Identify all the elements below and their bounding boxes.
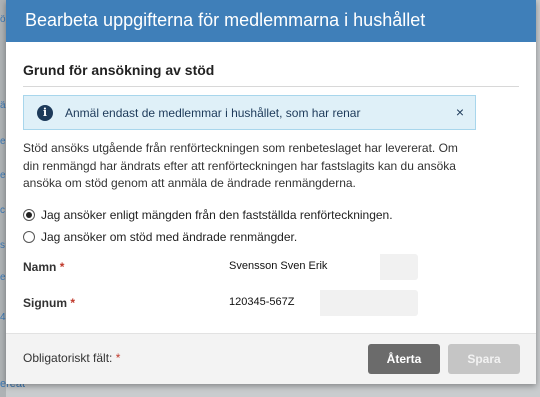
radio-button[interactable] xyxy=(23,231,35,243)
backdrop-text: ä xyxy=(0,100,6,111)
backdrop-text: 4 xyxy=(0,312,6,323)
radio-button-selected[interactable] xyxy=(23,209,35,221)
required-mark: * xyxy=(59,260,65,274)
info-icon: i xyxy=(37,105,53,121)
description-line: Stöd ansöks utgående från renförteckning… xyxy=(23,141,458,155)
backdrop-text: s xyxy=(0,240,5,251)
option-label: Jag ansöker enligt mängden från den fast… xyxy=(41,208,393,222)
option-label: Jag ansöker om stöd med ändrade renmängd… xyxy=(41,230,298,244)
info-alert: i Anmäl endast de medlemmar i hushållet,… xyxy=(23,95,476,130)
name-label: Namn * xyxy=(23,260,65,274)
signum-label: Signum * xyxy=(23,296,76,310)
option-changed-amounts[interactable]: Jag ansöker om stöd med ändrade renmängd… xyxy=(23,229,297,245)
signum-field-value: 120345-567Z xyxy=(220,290,320,316)
dialog-footer: Obligatoriskt fält: * Återta Spara xyxy=(6,333,536,384)
name-field-value: Svensson Sven Erik xyxy=(220,254,380,280)
backdrop-text: e xyxy=(0,272,6,283)
backdrop-text: ö xyxy=(0,14,6,25)
save-button[interactable]: Spara xyxy=(448,344,520,374)
info-alert-text: Anmäl endast de medlemmar i hushållet, s… xyxy=(65,106,361,120)
dialog-title: Bearbeta uppgifterna för medlemmarna i h… xyxy=(6,0,536,42)
back-button[interactable]: Återta xyxy=(368,344,440,374)
divider xyxy=(23,86,519,87)
option-fixed-register[interactable]: Jag ansöker enligt mängden från den fast… xyxy=(23,207,393,223)
required-note: Obligatoriskt fält: * xyxy=(23,351,121,365)
backdrop-text: e xyxy=(0,170,6,181)
backdrop-text: e xyxy=(0,136,6,147)
required-mark: * xyxy=(115,351,121,365)
backdrop-text: c xyxy=(0,205,5,216)
household-members-dialog: Bearbeta uppgifterna för medlemmarna i h… xyxy=(6,0,536,384)
required-mark: * xyxy=(70,296,76,310)
description-line: ansöka om stöd genom att anmäla de ändra… xyxy=(23,176,356,190)
section-title: Grund för ansökning av stöd xyxy=(23,62,215,78)
close-icon[interactable]: × xyxy=(456,104,464,120)
description-text: Stöd ansöks utgående från renförteckning… xyxy=(23,140,483,193)
description-line: din renmängd har ändrats efter att renfö… xyxy=(23,158,456,173)
